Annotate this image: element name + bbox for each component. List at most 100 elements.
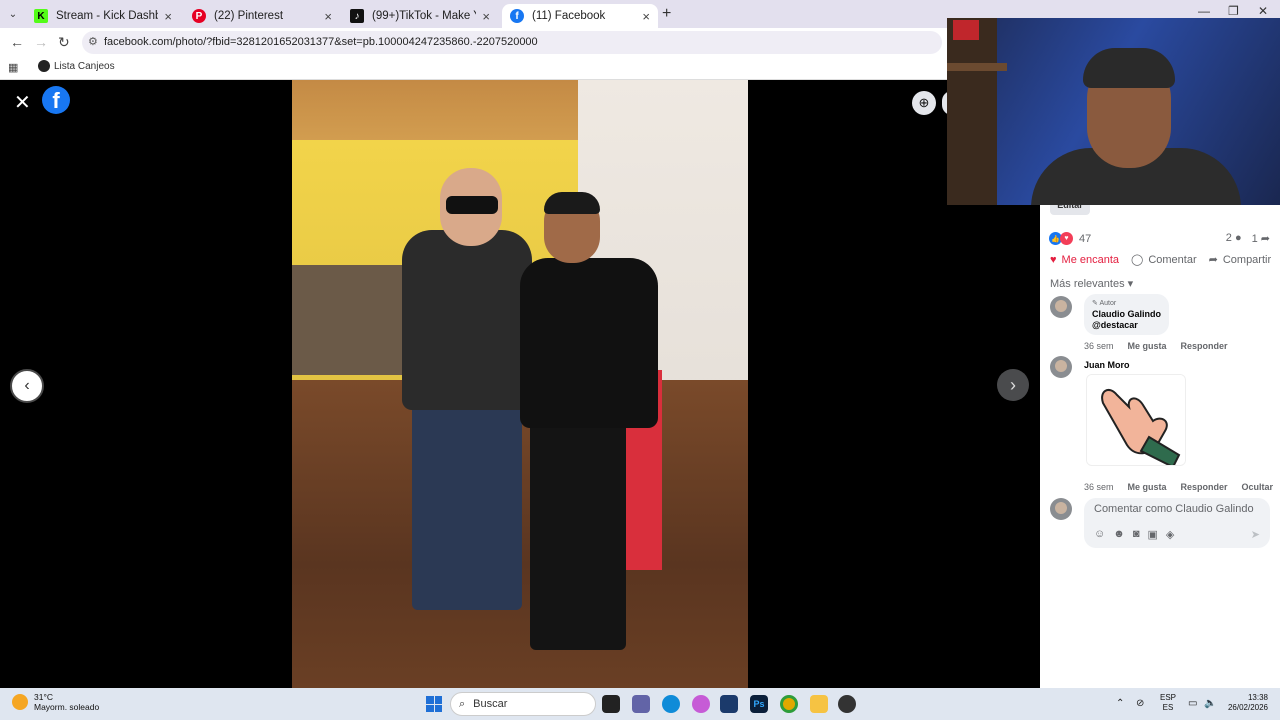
language-indicator[interactable]: ESP ES — [1160, 693, 1176, 713]
close-tab-icon[interactable]: × — [164, 9, 172, 24]
send-icon[interactable]: ➤ — [1251, 528, 1260, 541]
tab-pinterest[interactable]: P (22) Pinterest × — [184, 4, 340, 28]
close-tab-icon[interactable]: × — [642, 9, 650, 24]
facebook-logo[interactable]: f — [42, 86, 70, 114]
restore-icon[interactable]: ❐ — [1228, 4, 1239, 18]
reply-button[interactable]: Responder — [1181, 482, 1228, 492]
url-field[interactable]: ⚙ facebook.com/photo/?fbid=3281201652031… — [82, 31, 942, 54]
reaction-count: 47 — [1079, 232, 1092, 245]
sticker-icon[interactable]: ◈ — [1166, 528, 1174, 541]
like-comment-button[interactable]: Me gusta — [1128, 482, 1167, 492]
volume-icon[interactable]: 🔈 — [1204, 698, 1216, 709]
new-tab-button[interactable]: + — [662, 5, 671, 23]
forward-arrow-icon[interactable]: → — [34, 34, 48, 50]
gif-icon[interactable]: ▣ — [1147, 528, 1157, 541]
clock-time: 13:38 — [1247, 693, 1268, 702]
weather-widget[interactable]: 31°C Mayorm. soleado — [12, 692, 99, 712]
taskbar-search[interactable]: ⌕ Buscar — [450, 692, 596, 716]
share-button[interactable]: ➦ Compartir — [1208, 253, 1272, 267]
kick-icon: K — [34, 9, 48, 23]
comment-button[interactable]: ◯ Comentar — [1131, 253, 1197, 267]
reactions-summary[interactable]: 👍 ♥ 47 — [1049, 232, 1091, 245]
photo-person2-body — [520, 258, 658, 428]
sun-icon — [12, 694, 28, 710]
reply-button[interactable]: Responder — [1181, 341, 1228, 351]
close-window-icon[interactable]: ✕ — [1258, 4, 1268, 18]
url-text: facebook.com/photo/?fbid=328120165203137… — [104, 36, 538, 48]
network-off-icon[interactable]: ⊘ — [1136, 698, 1144, 709]
comment-input[interactable]: Comentar como Claudio Galindo ☺ ☻ ◙ ▣ ◈ … — [1084, 498, 1270, 548]
like-comment-button[interactable]: Me gusta — [1128, 341, 1167, 351]
photo-viewer: ✕ f ⊕ ‹ › — [0, 80, 1040, 688]
comment-time[interactable]: 36 sem — [1084, 341, 1114, 351]
love-label: Me encanta — [1061, 253, 1120, 266]
next-photo-button[interactable]: › — [997, 369, 1029, 401]
edge-icon[interactable] — [662, 695, 680, 713]
close-tab-icon[interactable]: × — [324, 9, 332, 24]
bookmark-lista-canjeos[interactable]: Lista Canjeos — [38, 60, 115, 72]
search-icon: ⌕ — [459, 697, 466, 710]
search-label: Buscar — [473, 698, 508, 710]
temperature: 31°C — [34, 692, 53, 702]
display-icon[interactable]: ▭ — [1188, 698, 1197, 709]
comment-time[interactable]: 36 sem — [1084, 482, 1114, 492]
tab-kick[interactable]: K Stream - Kick Dashboard × — [26, 4, 180, 28]
comment-item: Juan Moro 36 sem Me gusta Responder Ocul… — [1050, 356, 1275, 496]
comment-author[interactable]: Claudio Galindo — [1092, 309, 1161, 320]
avatar-sticker-icon[interactable]: ☺ — [1094, 528, 1105, 541]
minimize-icon[interactable]: — — [1198, 4, 1210, 18]
apps-grid-icon[interactable]: ▦ — [8, 61, 18, 74]
avatar[interactable] — [1050, 356, 1072, 378]
tab-tiktok[interactable]: ♪ (99+)TikTok - Make Your Day × — [342, 4, 498, 28]
comment-item: ✎ Autor Claudio Galindo @destacar 36 sem… — [1050, 294, 1275, 356]
clock[interactable]: 13:38 26/02/2026 — [1222, 693, 1268, 713]
pinterest-icon: P — [192, 9, 206, 23]
photo-person2-legs — [530, 420, 626, 650]
store-icon[interactable] — [720, 695, 738, 713]
zoom-in-icon[interactable]: ⊕ — [912, 91, 936, 115]
lang-primary: ESP — [1160, 693, 1177, 702]
author-tag-label: Autor — [1099, 300, 1117, 307]
file-explorer-icon[interactable] — [810, 695, 828, 713]
close-viewer-icon[interactable]: ✕ — [14, 90, 31, 115]
post-stats: 2 ● 1 ➦ — [1226, 232, 1270, 245]
emoji-icon[interactable]: ☻ — [1113, 528, 1125, 541]
avatar[interactable] — [1050, 498, 1072, 520]
heart-icon: ♥ — [1050, 253, 1057, 266]
comment-bubble-icon: ● — [1234, 232, 1242, 244]
bookmark-label: Lista Canjeos — [54, 60, 115, 72]
share-icon: ➦ — [1208, 254, 1218, 266]
tab-title: Stream - Kick Dashboard — [56, 10, 159, 22]
comment-text[interactable]: @destacar — [1092, 320, 1161, 331]
tab-facebook[interactable]: f (11) Facebook × — [502, 4, 658, 28]
photo-image — [292, 80, 748, 688]
share-count[interactable]: 1 ➦ — [1252, 232, 1270, 245]
hide-button[interactable]: Ocultar — [1242, 482, 1274, 492]
task-view-icon[interactable] — [602, 695, 620, 713]
camera-icon[interactable]: ◙ — [1133, 528, 1140, 541]
comment-meta: 36 sem Me gusta Responder Ocultar — [1084, 482, 1273, 492]
share-label: Compartir — [1222, 253, 1272, 266]
love-button[interactable]: ♥ Me encanta — [1050, 253, 1119, 266]
photo-person1-body — [402, 230, 532, 410]
sort-comments-dropdown[interactable]: Más relevantes ▾ — [1050, 277, 1133, 290]
obs-icon[interactable] — [838, 695, 856, 713]
avatar[interactable] — [1050, 296, 1072, 318]
comment-author[interactable]: Juan Moro — [1084, 360, 1130, 370]
comment-count[interactable]: 2 ● — [1226, 232, 1242, 245]
start-button[interactable] — [426, 696, 442, 712]
site-info-icon[interactable]: ⚙ — [88, 31, 98, 54]
chevron-up-icon[interactable]: ⌃ — [1116, 698, 1124, 709]
previous-photo-button[interactable]: ‹ — [10, 369, 44, 403]
copilot-icon[interactable] — [692, 695, 710, 713]
chrome-icon[interactable] — [780, 695, 798, 713]
close-tab-icon[interactable]: × — [482, 9, 490, 24]
back-arrow-icon[interactable]: ← — [10, 34, 24, 50]
chevron-down-icon: ▾ — [1127, 278, 1134, 290]
tab-search-button[interactable]: ⌄ — [4, 6, 22, 22]
reload-icon[interactable]: ↻ — [58, 34, 70, 51]
photoshop-icon[interactable]: Ps — [750, 695, 768, 713]
teams-icon[interactable] — [632, 695, 650, 713]
photo-person2-hair — [544, 192, 600, 214]
share-count-value: 1 — [1251, 233, 1258, 245]
